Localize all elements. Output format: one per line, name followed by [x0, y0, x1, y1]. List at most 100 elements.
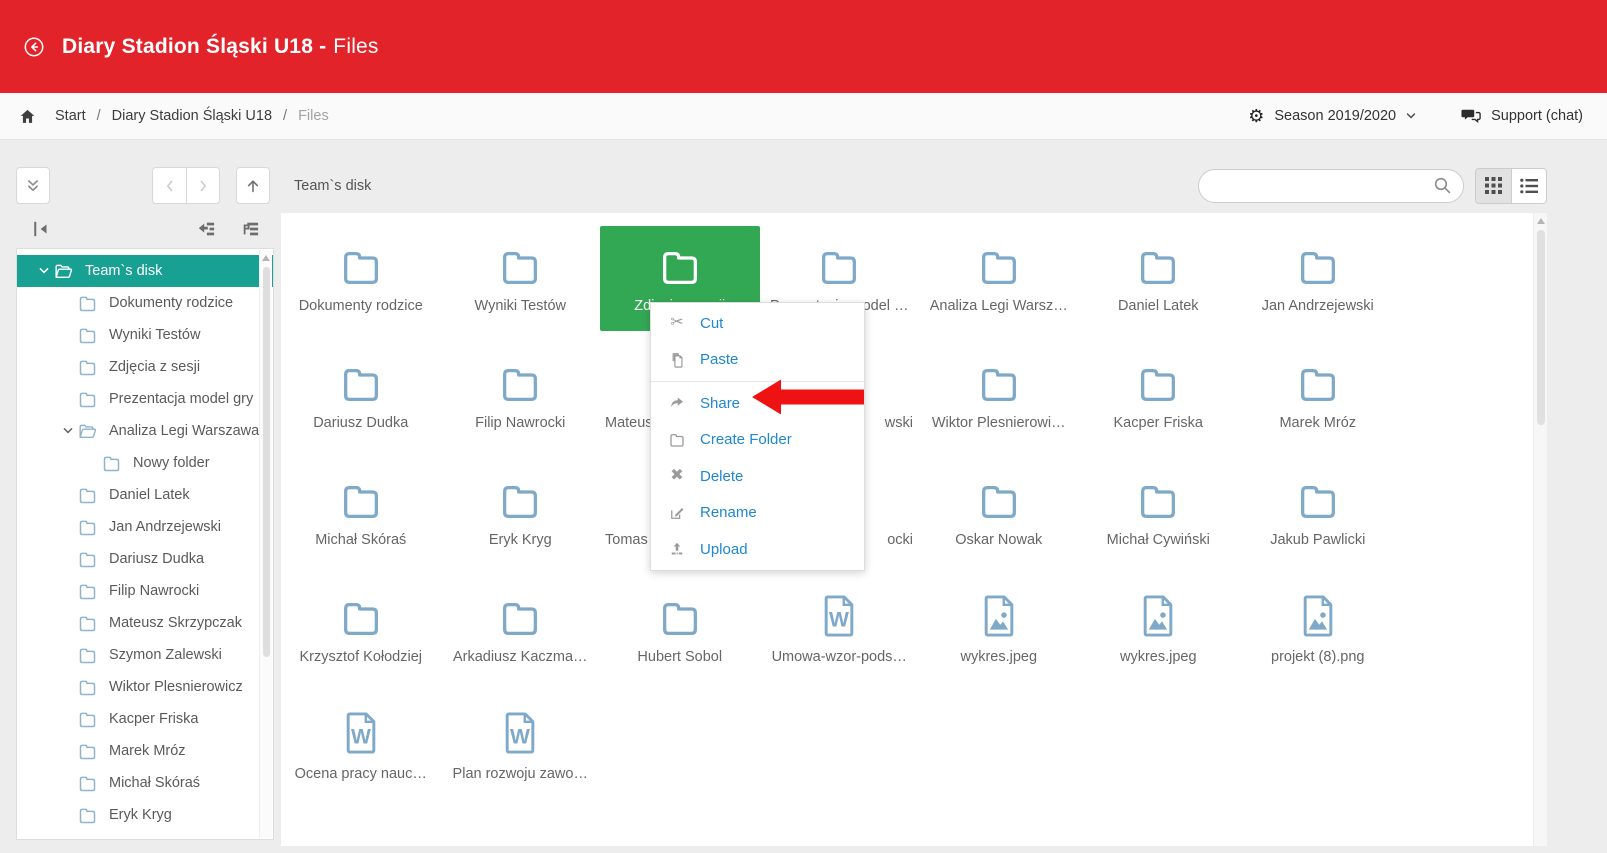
tree-item-label: Michał Skóraś	[109, 775, 200, 791]
tree-item-dariusz-dudka[interactable]: Dariusz Dudka	[17, 543, 273, 575]
tree-item-micha-skoras[interactable]: Michał Skóraś	[17, 767, 273, 799]
tree-item-eryk-kryg[interactable]: Eryk Kryg	[17, 799, 273, 831]
context-menu-item-rename[interactable]: Rename	[651, 495, 864, 532]
rename-icon	[667, 503, 687, 523]
context-menu-item-cut[interactable]: ✂Cut	[651, 305, 864, 342]
breadcrumb-item-start[interactable]: Start	[55, 108, 86, 124]
collapse-sidebar-icon[interactable]	[32, 220, 52, 238]
scrollbar-thumb[interactable]	[263, 267, 270, 657]
folder-item-krzysztof-ko-odziej[interactable]: Krzysztof Kołodziej	[281, 577, 441, 682]
folder-icon	[497, 460, 543, 524]
folder-item-hubert-sobol[interactable]: Hubert Sobol	[600, 577, 760, 682]
home-icon[interactable]	[18, 107, 37, 126]
tree-item-tomasz-kaczmarek[interactable]: Tomasz Kaczmarek	[17, 831, 273, 840]
tree-item-wiktor-plesnierowicz[interactable]: Wiktor Plesnierowicz	[17, 671, 273, 703]
context-menu-item-upload[interactable]: Upload	[651, 531, 864, 568]
folder-icon	[77, 581, 98, 602]
folder-item-jakub-pawlicki[interactable]: Jakub Pawlicki	[1238, 460, 1398, 565]
tree-item-szymon-zalewski[interactable]: Szymon Zalewski	[17, 639, 273, 671]
context-menu-item-delete[interactable]: ✖Delete	[651, 458, 864, 495]
grid-view-icon	[1485, 177, 1502, 194]
word-file-icon: W	[339, 694, 383, 758]
file-item-umowa-wzor-pods[interactable]: WUmowa-wzor-pods…	[760, 577, 920, 682]
image-file-icon	[1296, 577, 1340, 641]
folder-icon	[338, 226, 384, 290]
folder-item-micha-skoras[interactable]: Michał Skóraś	[281, 460, 441, 565]
tree-indent	[59, 585, 77, 597]
folder-item-filip-nawrocki[interactable]: Filip Nawrocki	[441, 343, 601, 448]
search-icon[interactable]	[1433, 176, 1452, 195]
chevron-down-icon[interactable]	[59, 425, 77, 437]
file-item-projekt-8-png[interactable]: projekt (8).png	[1238, 577, 1398, 682]
tree-indent	[59, 329, 77, 341]
tree-item-team-s-disk[interactable]: Team`s disk	[17, 255, 273, 287]
folder-icon	[497, 577, 543, 641]
word-file-icon: W	[498, 694, 542, 758]
folder-icon	[77, 709, 98, 730]
folder-item-marek-mroz[interactable]: Marek Mróz	[1238, 343, 1398, 448]
tree-indent	[59, 713, 77, 725]
grid-view-button[interactable]	[1476, 169, 1511, 203]
folder-item-jan-andrzejewski[interactable]: Jan Andrzejewski	[1238, 226, 1398, 331]
folder-item-eryk-kryg[interactable]: Eryk Kryg	[441, 460, 601, 565]
file-item-ocena-pracy-nauc[interactable]: WOcena pracy nauc…	[281, 694, 441, 799]
season-selector[interactable]: ⚙ Season 2019/2020	[1248, 107, 1417, 125]
tree-indent	[59, 489, 77, 501]
sidebar-scrollbar[interactable]	[259, 250, 272, 838]
tree-item-jan-andrzejewski[interactable]: Jan Andrzejewski	[17, 511, 273, 543]
context-menu-item-create-folder[interactable]: Create Folder	[651, 422, 864, 459]
file-item-wykres-jpeg[interactable]: wykres.jpeg	[1079, 577, 1239, 682]
tree-item-analiza-legi-warszawa[interactable]: Analiza Legi Warszawa	[17, 415, 273, 447]
tree-item-kacper-friska[interactable]: Kacper Friska	[17, 703, 273, 735]
nav-back-button[interactable]	[152, 167, 186, 204]
folder-icon	[1295, 460, 1341, 524]
tree-item-marek-mroz[interactable]: Marek Mróz	[17, 735, 273, 767]
scrollbar-thumb[interactable]	[1537, 230, 1545, 425]
file-item-plan-rozwoju-zawo[interactable]: WPlan rozwoju zawo…	[441, 694, 601, 799]
topbar: Start/Diary Stadion Śląski U18/Files ⚙ S…	[0, 93, 1607, 140]
tree-item-zdjecia-z-sesji[interactable]: Zdjęcia z sesji	[17, 351, 273, 383]
tree-item-dokumenty-rodzice[interactable]: Dokumenty rodzice	[17, 287, 273, 319]
support-chat-link[interactable]: Support (chat)	[1461, 107, 1583, 125]
folder-icon	[816, 226, 862, 290]
folder-item-wyniki-testow[interactable]: Wyniki Testów	[441, 226, 601, 331]
svg-text:W: W	[510, 725, 530, 748]
scroll-up-caret[interactable]	[262, 255, 270, 261]
folder-item-micha-cywinski[interactable]: Michał Cywiński	[1079, 460, 1239, 565]
folder-item-arkadiusz-kaczma[interactable]: Arkadiusz Kaczma…	[441, 577, 601, 682]
collapse-panel-button[interactable]	[16, 167, 50, 204]
list-view-button[interactable]	[1511, 169, 1546, 203]
svg-text:W: W	[351, 725, 371, 748]
chevron-down-icon[interactable]	[35, 265, 53, 277]
context-menu-item-paste[interactable]: Paste	[651, 342, 864, 379]
chat-icon	[1461, 107, 1481, 125]
files-scrollbar[interactable]	[1533, 213, 1547, 846]
folder-item-daniel-latek[interactable]: Daniel Latek	[1079, 226, 1239, 331]
folder-item-dariusz-dudka[interactable]: Dariusz Dudka	[281, 343, 441, 448]
breadcrumb-item-diary-stadion-slaski-u18[interactable]: Diary Stadion Śląski U18	[112, 108, 272, 124]
folder-item-kacper-friska[interactable]: Kacper Friska	[1079, 343, 1239, 448]
file-item-label: Wyniki Testów	[441, 298, 601, 314]
scroll-up-caret[interactable]	[1537, 218, 1545, 224]
nav-up-button[interactable]	[236, 167, 270, 204]
tree-item-label: Kacper Friska	[109, 711, 198, 727]
file-item-label: wykres.jpeg	[1079, 649, 1239, 665]
folder-item-dokumenty-rodzice[interactable]: Dokumenty rodzice	[281, 226, 441, 331]
folder-item-analiza-legi-warsz[interactable]: Analiza Legi Warsz…	[919, 226, 1079, 331]
folder-item-oskar-nowak[interactable]: Oskar Nowak	[919, 460, 1079, 565]
tree-item-nowy-folder[interactable]: Nowy folder	[17, 447, 273, 479]
tree-item-prezentacja-model-gry[interactable]: Prezentacja model gry	[17, 383, 273, 415]
nav-forward-button[interactable]	[186, 167, 220, 204]
menu-item-label: Cut	[700, 315, 723, 332]
tree-item-filip-nawrocki[interactable]: Filip Nawrocki	[17, 575, 273, 607]
search-input[interactable]	[1198, 169, 1464, 203]
expand-all-icon[interactable]	[240, 220, 260, 238]
menu-item-label: Share	[700, 395, 740, 412]
tree-item-daniel-latek[interactable]: Daniel Latek	[17, 479, 273, 511]
collapse-all-icon[interactable]	[196, 220, 216, 238]
tree-item-mateusz-skrzypczak[interactable]: Mateusz Skrzypczak	[17, 607, 273, 639]
file-item-wykres-jpeg[interactable]: wykres.jpeg	[919, 577, 1079, 682]
tree-item-wyniki-testow[interactable]: Wyniki Testów	[17, 319, 273, 351]
back-circle-icon[interactable]	[22, 35, 46, 59]
folder-item-wiktor-plesnierowi[interactable]: Wiktor Plesnierowi…	[919, 343, 1079, 448]
